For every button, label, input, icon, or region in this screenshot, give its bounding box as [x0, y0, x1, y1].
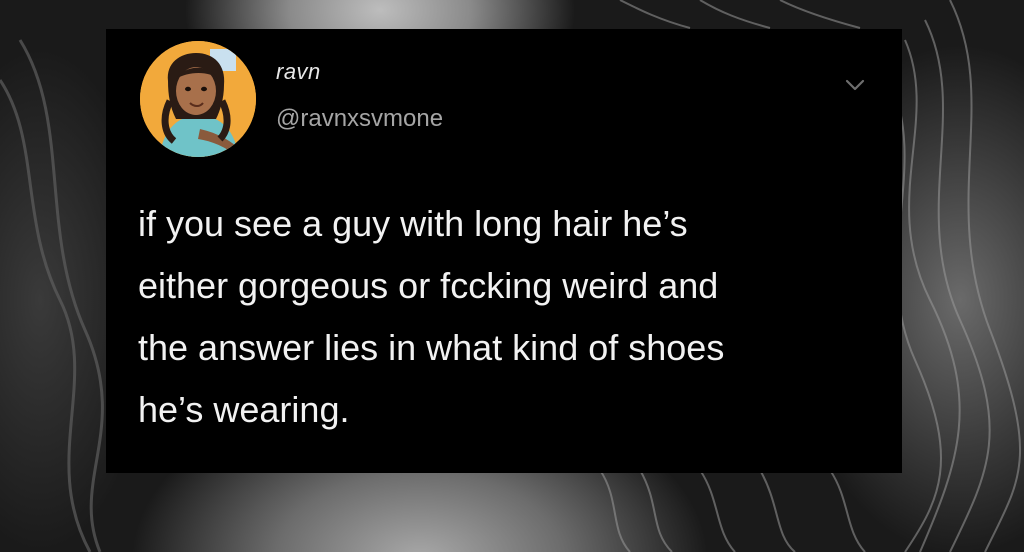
background-photo: ravn @ravnxsvmone if you see a guy with …: [0, 0, 1024, 552]
display-name[interactable]: ravn: [276, 59, 321, 85]
tweet-card: ravn @ravnxsvmone if you see a guy with …: [106, 29, 902, 473]
cartoon-avatar-icon: [140, 41, 256, 157]
user-handle[interactable]: @ravnxsvmone: [276, 105, 443, 133]
avatar[interactable]: [140, 41, 256, 157]
chevron-down-icon[interactable]: [844, 77, 866, 93]
tweet-text: if you see a guy with long hair he’s eit…: [138, 203, 725, 430]
